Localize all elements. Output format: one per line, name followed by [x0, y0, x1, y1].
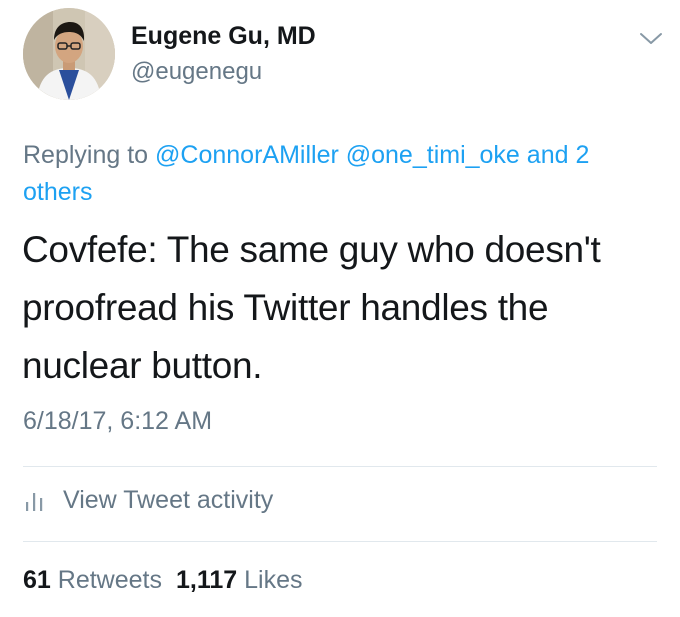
retweets-stat[interactable]: 61 Retweets	[23, 566, 162, 595]
likes-count: 1,117	[175, 566, 238, 594]
author-handle[interactable]: @eugenegu	[131, 58, 262, 86]
bar-chart-icon	[26, 492, 43, 511]
view-tweet-activity-label: View Tweet activity	[63, 486, 274, 514]
engagement-stats: 61 Retweets 1,117 Likes	[23, 566, 317, 595]
reply-context: Replying to @ConnorAMiller @one_timi_oke…	[23, 137, 663, 211]
mention-link[interactable]: @ConnorAMiller	[155, 141, 339, 169]
divider	[23, 466, 657, 467]
profile-photo	[23, 8, 115, 100]
tweet-text: Covfefe: The same guy who doesn't proofr…	[22, 229, 601, 386]
chevron-down-icon[interactable]	[636, 28, 666, 48]
mention-link[interactable]: @one_timi_oke	[346, 141, 520, 169]
likes-stat[interactable]: 1,117 Likes	[176, 566, 303, 595]
author-name[interactable]: Eugene Gu, MD	[131, 22, 316, 51]
tweet-detail: Eugene Gu, MD @eugenegu Replying to @Con…	[0, 0, 680, 617]
tweet-timestamp[interactable]: 6/18/17, 6:12 AM	[23, 407, 212, 436]
view-tweet-activity-button[interactable]: View Tweet activity	[23, 486, 273, 515]
retweets-count: 61	[23, 566, 51, 594]
likes-label: Likes	[244, 566, 303, 594]
retweets-label: Retweets	[57, 566, 162, 594]
avatar[interactable]	[23, 8, 115, 100]
divider	[23, 541, 657, 542]
reply-prefix: Replying to	[23, 141, 149, 169]
